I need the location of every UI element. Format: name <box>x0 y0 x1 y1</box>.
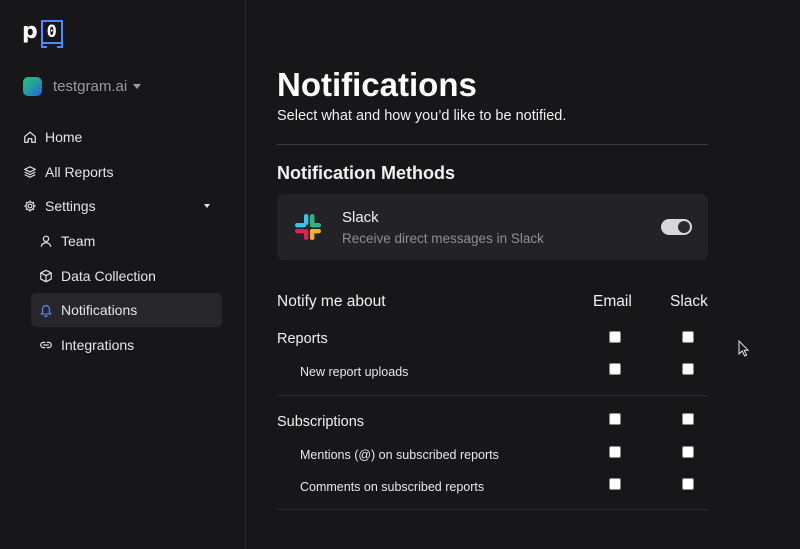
sidebar-item-label: Data Collection <box>61 268 156 284</box>
sidebar-item-label: Integrations <box>61 337 135 353</box>
comments-slack-checkbox[interactable] <box>682 478 694 490</box>
method-description: Receive direct messages in Slack <box>342 231 544 246</box>
sidebar-item-integrations[interactable]: Integrations <box>39 328 223 362</box>
sidebar-item-all-reports[interactable]: All Reports <box>23 155 223 189</box>
mouse-pointer-icon <box>738 340 750 357</box>
comments-email-checkbox[interactable] <box>609 478 621 490</box>
reports-email-checkbox[interactable] <box>609 331 621 343</box>
main-content: Notifications Select what and how you’d … <box>277 0 708 549</box>
group-label-reports: Reports <box>277 331 328 347</box>
sidebar-item-notifications[interactable]: Notifications <box>31 293 222 327</box>
column-header-slack: Slack <box>670 293 708 310</box>
group-label-subscriptions: Subscriptions <box>277 414 365 430</box>
sidebar-item-settings[interactable]: Settings <box>23 189 223 223</box>
item-label-new-report-uploads: New report uploads <box>300 365 409 379</box>
sidebar-item-label: All Reports <box>45 164 114 180</box>
user-icon <box>40 235 52 247</box>
sidebar-item-label: Settings <box>45 198 96 214</box>
new-report-uploads-slack-checkbox[interactable] <box>682 363 694 375</box>
sidebar-item-team[interactable]: Team <box>39 224 223 258</box>
logo-letter: p <box>22 19 38 44</box>
section-title-methods: Notification Methods <box>277 163 455 183</box>
page-title: Notifications <box>277 66 477 103</box>
subscriptions-email-checkbox[interactable] <box>609 413 621 425</box>
page-subtitle: Select what and how you’d like to be not… <box>277 108 567 124</box>
sidebar-item-label: Home <box>45 129 83 145</box>
layers-icon <box>24 166 36 178</box>
chevron-down-icon <box>133 83 142 89</box>
bell-icon <box>40 305 52 317</box>
cube-icon <box>40 269 52 283</box>
workspace-avatar <box>23 76 42 96</box>
mentions-email-checkbox[interactable] <box>609 446 621 458</box>
mentions-slack-checkbox[interactable] <box>682 446 694 458</box>
gear-icon <box>24 200 36 212</box>
sidebar-item-data-collection[interactable]: Data Collection <box>39 259 223 293</box>
group-divider <box>277 395 708 396</box>
column-header-topic: Notify me about <box>277 293 386 310</box>
new-report-uploads-email-checkbox[interactable] <box>609 363 621 375</box>
logo-digit: 0 <box>46 22 57 42</box>
slack-logo-icon <box>295 214 321 240</box>
method-name: Slack <box>342 209 379 226</box>
sidebar-item-home[interactable]: Home <box>23 120 223 154</box>
workspace-switcher[interactable]: testgram.ai <box>23 76 142 96</box>
sidebar-item-label: Notifications <box>61 302 138 318</box>
brand-logo[interactable]: p 0 <box>22 19 63 48</box>
subscriptions-slack-checkbox[interactable] <box>682 413 694 425</box>
logo-bracket-box: 0 <box>40 20 63 48</box>
toggle-knob <box>678 221 690 233</box>
column-header-email: Email <box>593 293 632 310</box>
sidebar: p 0 testgram.ai Home All Reports Setting… <box>0 0 246 549</box>
item-label-mentions: Mentions (@) on subscribed reports <box>300 448 499 462</box>
link-icon <box>40 341 52 349</box>
sidebar-item-label: Team <box>61 233 96 249</box>
chevron-down-icon <box>204 204 210 208</box>
home-icon <box>24 131 36 143</box>
table-bottom-divider <box>277 509 708 510</box>
item-label-comments: Comments on subscribed reports <box>300 480 485 494</box>
slack-toggle[interactable] <box>661 219 692 235</box>
workspace-name: testgram.ai <box>53 77 128 95</box>
slack-method-card <box>277 194 708 260</box>
header-divider <box>277 144 708 145</box>
reports-slack-checkbox[interactable] <box>682 331 694 343</box>
